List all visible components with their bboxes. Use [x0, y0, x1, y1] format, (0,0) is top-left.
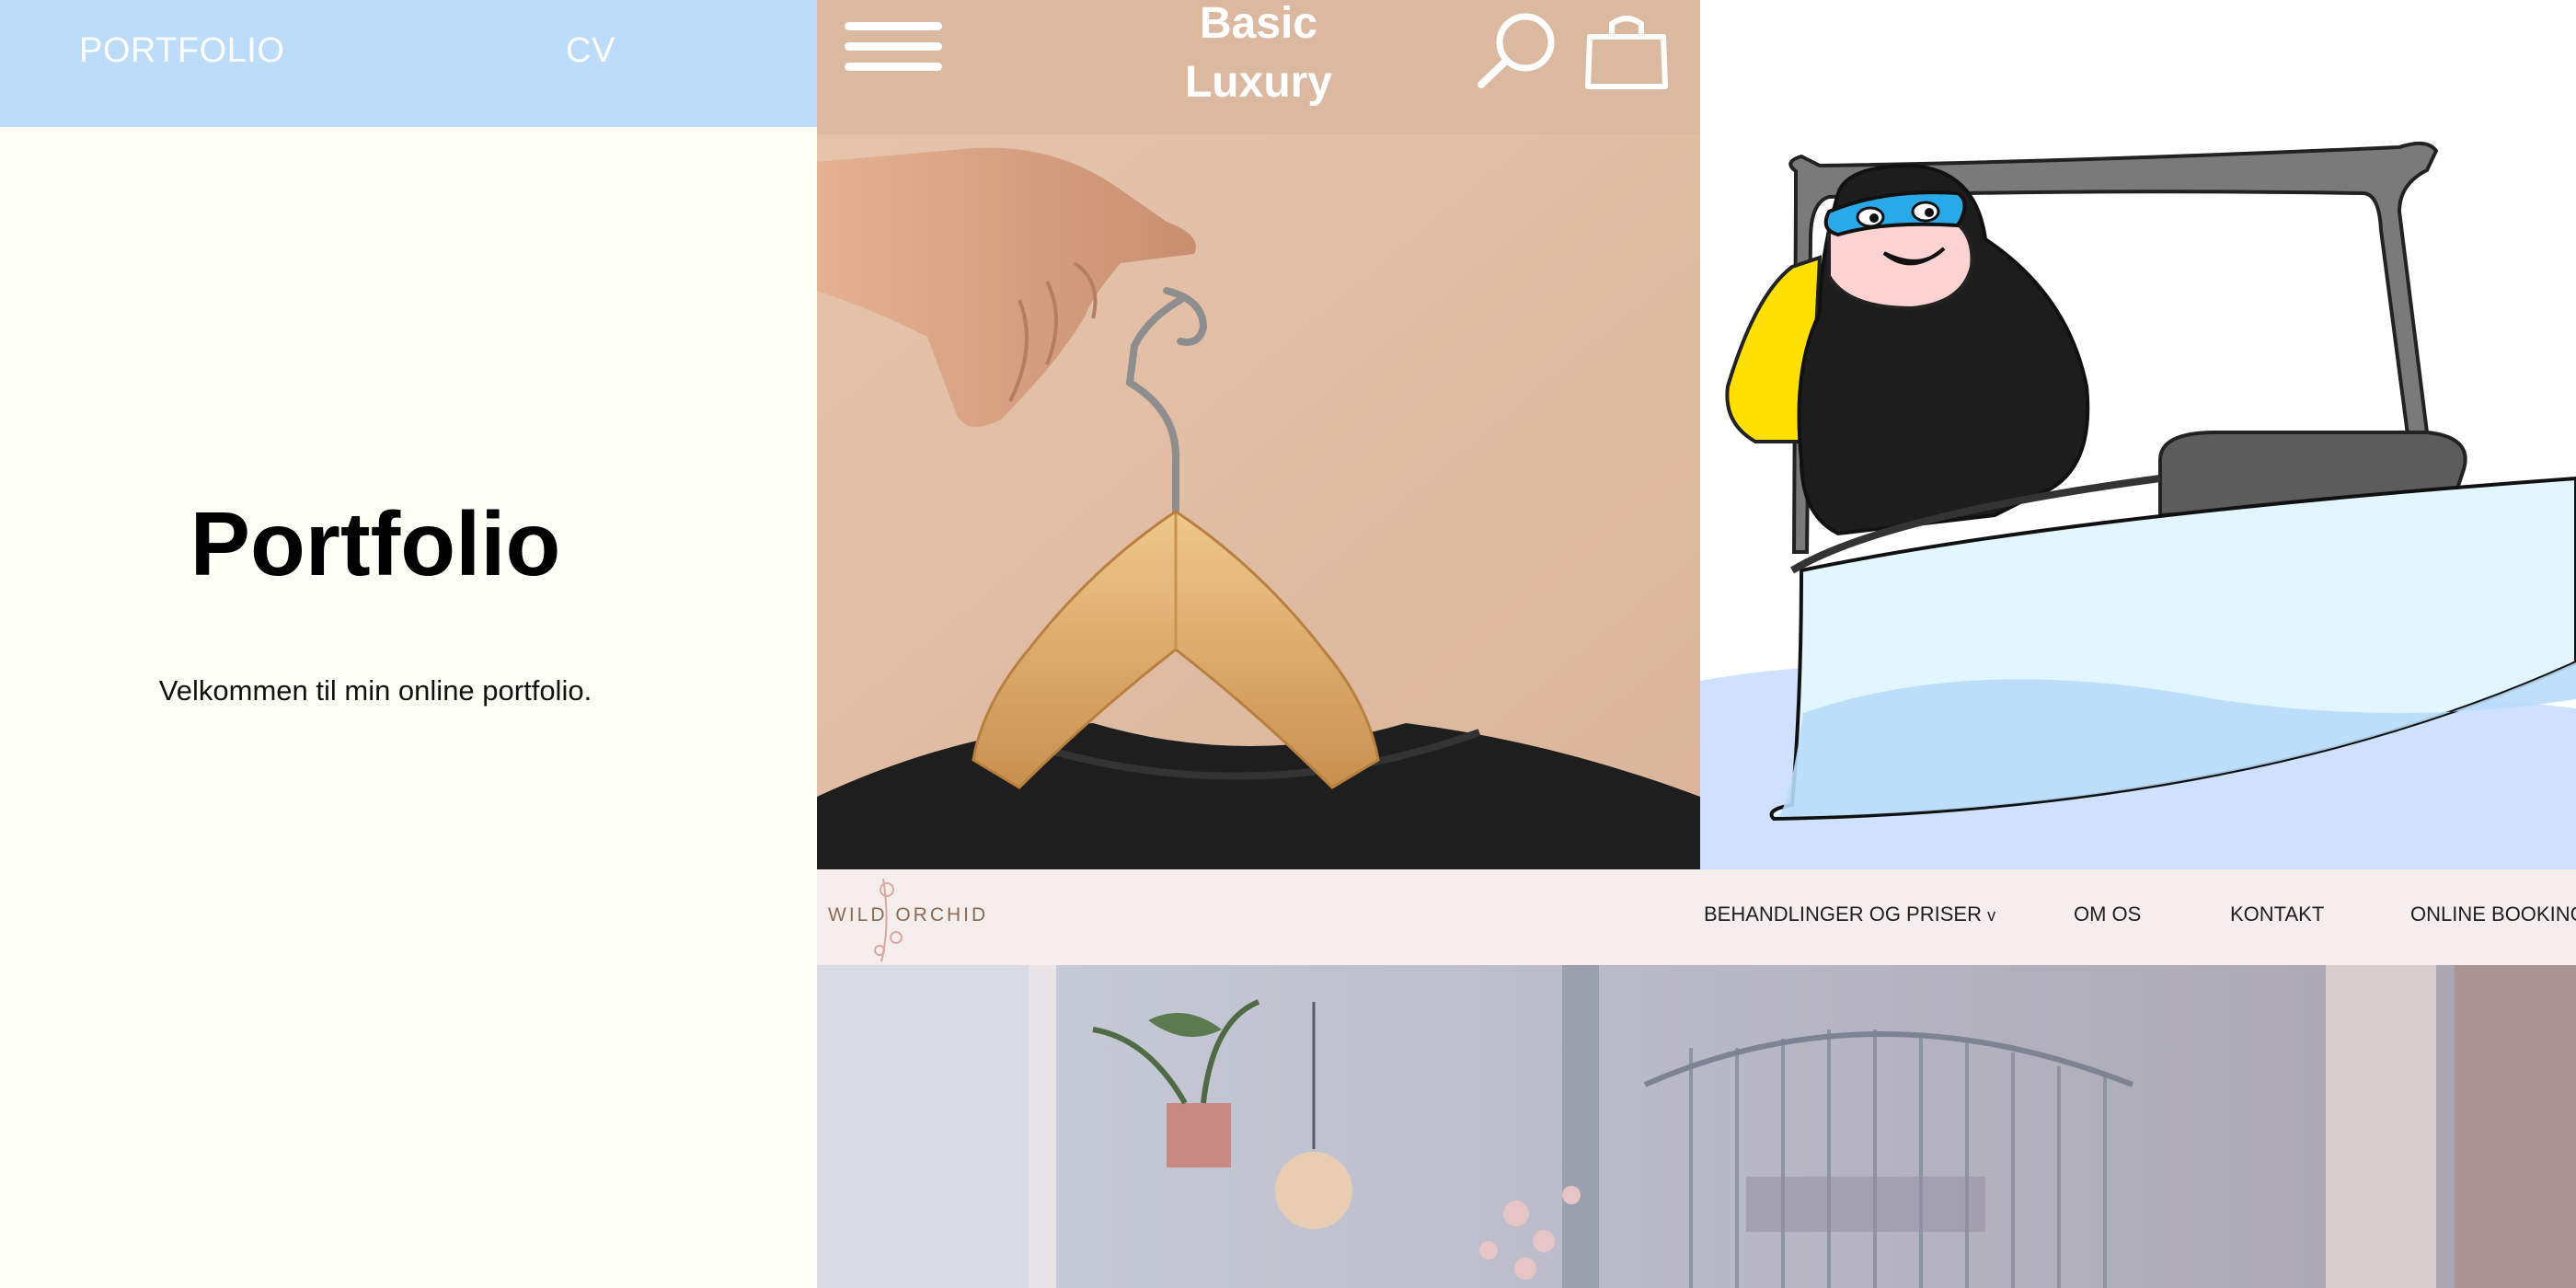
shop-brand-line2: Luxury	[1184, 58, 1333, 107]
nav-link-online-booking[interactable]: ONLINE BOOKING	[2410, 903, 2576, 926]
salon-navigation: WILD ORCHID BEHANDLINGER OG PRISER v OM …	[817, 869, 2576, 965]
hamburger-menu-icon[interactable]	[845, 22, 946, 77]
nav-link-cv[interactable]: CV	[566, 31, 615, 71]
salon-logo-text[interactable]: WILD ORCHID	[828, 904, 988, 926]
nav-link-portfolio[interactable]: PORTFOLIO	[79, 31, 284, 71]
salon-storefront-photo	[817, 965, 2576, 1288]
shop-brand[interactable]: Basic Luxury	[1130, 0, 1387, 112]
top-navigation: PORTFOLIO CV	[0, 0, 817, 127]
project-card-wild-orchid[interactable]: WILD ORCHID BEHANDLINGER OG PRISER v OM …	[817, 869, 2576, 1288]
hanger-photo	[817, 134, 1700, 869]
nav-link-about[interactable]: OM OS	[2074, 903, 2141, 926]
shop-brand-line1: Basic	[1199, 0, 1318, 48]
nav-link-treatments[interactable]: BEHANDLINGER OG PRISER v	[1704, 903, 1995, 926]
project-card-basic-luxury[interactable]: Basic Luxury	[817, 0, 1700, 869]
chevron-down-icon: v	[1987, 906, 1996, 925]
shop-header: Basic Luxury	[817, 0, 1700, 134]
page-title: Portfolio	[190, 493, 561, 594]
shopping-bag-icon[interactable]	[1581, 9, 1673, 92]
cartoon-boat-illustration[interactable]	[1700, 0, 2576, 869]
search-icon[interactable]	[1476, 11, 1558, 90]
portfolio-panel: PORTFOLIO CV Portfolio Velkommen til min…	[0, 0, 817, 1288]
page-subtitle: Velkommen til min online portfolio.	[158, 674, 592, 707]
nav-link-treatments-label: BEHANDLINGER OG PRISER	[1704, 903, 1982, 926]
nav-link-contact[interactable]: KONTAKT	[2230, 903, 2324, 926]
